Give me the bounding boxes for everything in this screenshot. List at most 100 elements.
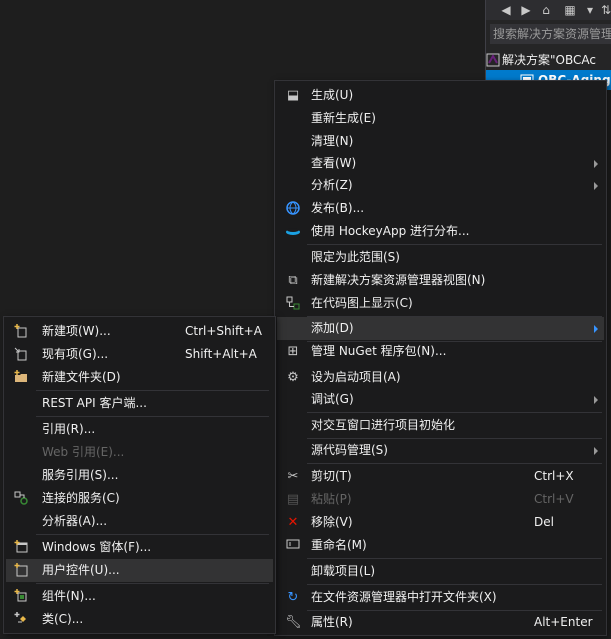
submenu-item-reference[interactable]: 引用(R)... <box>6 418 273 441</box>
menu-item-label: 限定为此范围(S) <box>311 250 400 264</box>
submenu-arrow-icon <box>594 396 598 404</box>
menu-item-label: 管理 NuGet 程序包(N)... <box>311 344 447 358</box>
menu-item-remove[interactable]: ✕ 移除(V) Del <box>277 511 604 534</box>
menu-separator <box>307 558 602 559</box>
back-icon[interactable]: ◀ <box>498 2 514 18</box>
home-icon[interactable]: ⌂ <box>538 2 554 18</box>
menu-item-shortcut: Shift+Alt+A <box>185 347 257 361</box>
menu-item-label: 类(C)... <box>42 612 84 626</box>
submenu-item-class[interactable]: 类(C)... <box>6 608 273 631</box>
submenu-item-web-reference[interactable]: Web 引用(E)... <box>6 441 273 464</box>
hockeyapp-icon <box>285 224 301 240</box>
solution-icon <box>486 53 500 67</box>
menu-item-shortcut: Ctrl+Shift+A <box>185 324 262 338</box>
menu-item-label: 连接的服务(C) <box>42 491 120 505</box>
windows-form-icon <box>13 540 29 556</box>
menu-item-label: 分析(Z) <box>311 178 353 192</box>
menu-item-open-folder[interactable]: ↻ 在文件资源管理器中打开文件夹(X) <box>277 586 604 609</box>
menu-item-label: 粘贴(P) <box>311 492 352 506</box>
menu-item-label: 卸载项目(L) <box>311 564 376 578</box>
menu-item-label: 发布(B)... <box>311 201 365 215</box>
menu-item-add[interactable]: 添加(D) <box>277 317 604 340</box>
menu-item-label: 重命名(M) <box>311 538 367 552</box>
submenu-arrow-icon <box>594 325 598 333</box>
component-icon <box>13 589 29 605</box>
remove-icon: ✕ <box>287 515 299 530</box>
submenu-item-component[interactable]: 组件(N)... <box>6 585 273 608</box>
menu-item-label: 新建解决方案资源管理器视图(N) <box>311 273 486 287</box>
solution-explorer-search-input[interactable]: 搜索解决方案资源管理 <box>490 24 611 44</box>
menu-item-build[interactable]: ⬓ 生成(U) <box>277 84 604 107</box>
menu-item-label: 设为启动项目(A) <box>311 370 401 384</box>
new-folder-icon <box>13 370 29 386</box>
submenu-item-analyzer[interactable]: 分析器(A)... <box>6 510 273 533</box>
paste-icon: ▤ <box>286 492 300 507</box>
menu-item-clean[interactable]: 清理(N) <box>277 130 604 153</box>
submenu-item-windows-form[interactable]: Windows 窗体(F)... <box>6 536 273 559</box>
menu-item-scope[interactable]: 限定为此范围(S) <box>277 246 604 269</box>
menu-item-label: 新建项(W)... <box>42 324 111 338</box>
menu-item-label: 剪切(T) <box>311 469 352 483</box>
connected-service-icon <box>13 491 29 507</box>
scissors-icon: ✂ <box>287 469 299 484</box>
menu-item-view[interactable]: 查看(W) <box>277 152 604 175</box>
menu-item-label: 调试(G) <box>311 392 354 406</box>
menu-item-rebuild[interactable]: 重新生成(E) <box>277 107 604 130</box>
wrench-icon: 🔧︎ <box>285 615 302 630</box>
menu-item-shortcut: Ctrl+X <box>534 469 574 483</box>
menu-item-set-startup[interactable]: ⚙ 设为启动项目(A) <box>277 366 604 389</box>
forward-icon[interactable]: ▶ <box>518 2 534 18</box>
menu-item-debug[interactable]: 调试(G) <box>277 388 604 411</box>
solution-explorer-toolbar: ◀ ▶ ⌂ ▦ ▾ ⇅ <box>486 0 611 20</box>
submenu-item-existing-item[interactable]: 现有项(G)... Shift+Alt+A <box>6 343 273 366</box>
switch-views-icon[interactable]: ▦ <box>562 2 578 18</box>
nuget-icon: ⊞ <box>287 344 299 359</box>
menu-item-rename[interactable]: 重命名(M) <box>277 534 604 557</box>
dropdown-icon[interactable]: ▾ <box>582 2 598 18</box>
menu-item-label: 组件(N)... <box>42 589 96 603</box>
menu-item-nuget[interactable]: ⊞ 管理 NuGet 程序包(N)... <box>277 340 604 363</box>
menu-item-new-view[interactable]: ⧉ 新建解决方案资源管理器视图(N) <box>277 269 604 292</box>
menu-item-code-map[interactable]: 在代码图上显示(C) <box>277 292 604 315</box>
menu-separator <box>36 534 269 535</box>
submenu-arrow-icon <box>594 182 598 190</box>
sync-icon[interactable]: ⇅ <box>598 2 611 18</box>
submenu-item-new-folder[interactable]: 新建文件夹(D) <box>6 366 273 389</box>
menu-item-label: 源代码管理(S) <box>311 443 388 457</box>
menu-item-interactive-init[interactable]: 对交互窗口进行项目初始化 <box>277 414 604 437</box>
submenu-item-new-item[interactable]: 新建项(W)... Ctrl+Shift+A <box>6 320 273 343</box>
menu-item-shortcut: Ctrl+V <box>534 492 574 506</box>
class-icon <box>13 612 29 628</box>
menu-item-label: 清理(N) <box>311 134 354 148</box>
menu-item-cut[interactable]: ✂ 剪切(T) Ctrl+X <box>277 465 604 488</box>
menu-separator <box>307 584 602 585</box>
user-control-icon <box>13 563 29 579</box>
menu-item-label: 在文件资源管理器中打开文件夹(X) <box>311 590 497 604</box>
menu-item-publish[interactable]: 发布(B)... <box>277 197 604 220</box>
menu-separator <box>36 416 269 417</box>
menu-item-label: 属性(R) <box>311 615 353 629</box>
menu-item-unload[interactable]: 卸载项目(L) <box>277 560 604 583</box>
menu-item-label: 生成(U) <box>311 88 354 102</box>
submenu-item-user-control[interactable]: 用户控件(U)... <box>6 559 273 582</box>
menu-item-label: REST API 客户端... <box>42 396 147 410</box>
code-map-icon <box>285 296 301 312</box>
menu-item-properties[interactable]: 🔧︎ 属性(R) Alt+Enter <box>277 611 604 634</box>
submenu-item-rest-api[interactable]: REST API 客户端... <box>6 392 273 415</box>
menu-separator <box>307 463 602 464</box>
submenu-item-service-reference[interactable]: 服务引用(S)... <box>6 464 273 487</box>
new-item-icon <box>13 324 29 340</box>
solution-node[interactable]: 解决方案"OBCAc <box>486 50 611 70</box>
menu-item-analyze[interactable]: 分析(Z) <box>277 174 604 197</box>
menu-item-label: 查看(W) <box>311 156 357 170</box>
menu-separator <box>307 244 602 245</box>
project-context-menu: ⬓ 生成(U) 重新生成(E) 清理(N) 查看(W) 分析(Z) 发布(B).… <box>274 80 607 636</box>
menu-item-shortcut: Del <box>534 515 554 529</box>
menu-item-hockeyapp[interactable]: 使用 HockeyApp 进行分布... <box>277 220 604 243</box>
solution-label: 解决方案"OBCAc <box>502 53 596 67</box>
add-submenu: 新建项(W)... Ctrl+Shift+A 现有项(G)... Shift+A… <box>3 316 276 634</box>
submenu-item-connected-service[interactable]: 连接的服务(C) <box>6 487 273 510</box>
new-view-icon: ⧉ <box>288 273 298 288</box>
menu-item-paste[interactable]: ▤ 粘贴(P) Ctrl+V <box>277 488 604 511</box>
menu-item-source-control[interactable]: 源代码管理(S) <box>277 439 604 462</box>
